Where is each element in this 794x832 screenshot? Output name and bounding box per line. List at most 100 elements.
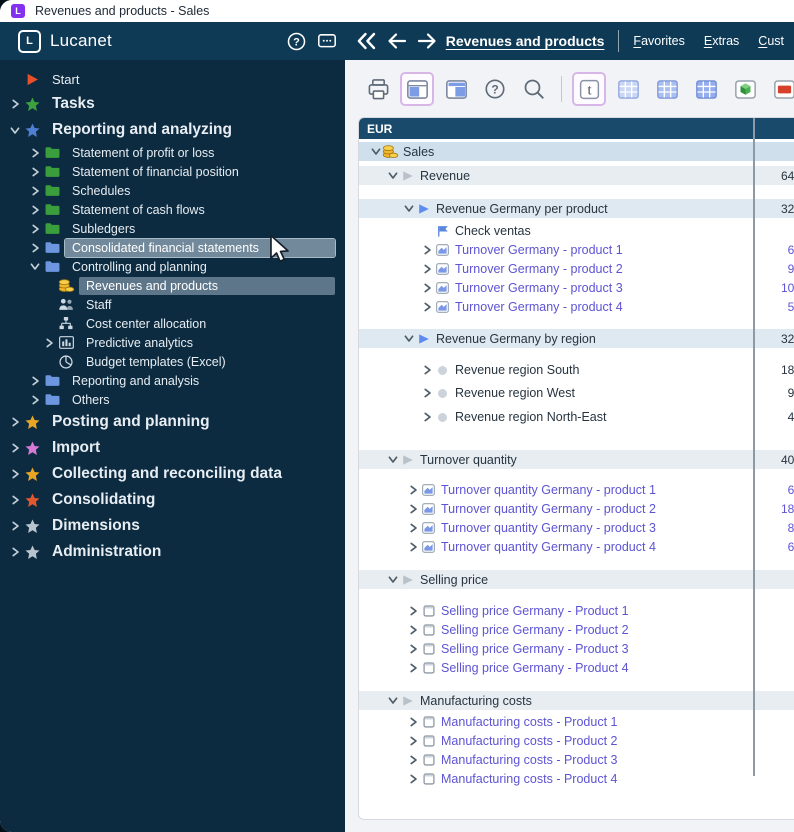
- chevron-down-icon[interactable]: [402, 334, 415, 343]
- sidebar-item-start[interactable]: Start: [0, 68, 345, 91]
- chevron-right-icon[interactable]: [407, 523, 420, 533]
- chevron-down-icon[interactable]: [386, 575, 399, 584]
- sidebar-item-consolidating[interactable]: Consolidating: [0, 487, 345, 513]
- sidebar-item-import[interactable]: Import: [0, 435, 345, 461]
- chevron-right-icon[interactable]: [8, 521, 22, 531]
- chevron-down-icon[interactable]: [369, 147, 382, 156]
- chevron-right-icon[interactable]: [8, 469, 22, 479]
- sidebar-item-statement-of-profit-or-loss[interactable]: Statement of profit or loss: [0, 143, 345, 162]
- chevron-right-icon[interactable]: [421, 365, 434, 375]
- search-icon[interactable]: [517, 72, 551, 106]
- chevron-right-icon[interactable]: [421, 283, 434, 293]
- help-icon[interactable]: ?: [284, 28, 310, 54]
- chevron-right-icon[interactable]: [8, 417, 22, 427]
- chevron-down-icon[interactable]: [386, 171, 399, 180]
- sidebar-item-reporting-and-analysis[interactable]: Reporting and analysis: [0, 371, 345, 390]
- table-row-turnover-quantity-germany-product-4[interactable]: Turnover quantity Germany - product 46.9…: [359, 538, 794, 556]
- table-row-turnover-germany-product-2[interactable]: Turnover Germany - product 29.63: [359, 260, 794, 278]
- chevron-right-icon[interactable]: [407, 542, 420, 552]
- sidebar-item-consolidated-financial-statements[interactable]: Consolidated financial statements: [0, 238, 345, 257]
- table-row-selling-price[interactable]: Selling price: [359, 570, 794, 589]
- sidebar-item-budget-templates-excel[interactable]: Budget templates (Excel): [0, 352, 345, 371]
- chevron-down-icon[interactable]: [28, 262, 42, 271]
- table-row-revenue-germany-per-product[interactable]: Revenue Germany per product32.40: [359, 199, 794, 218]
- chevron-right-icon[interactable]: [8, 99, 22, 109]
- chevron-right-icon[interactable]: [28, 395, 42, 405]
- sidebar-item-others[interactable]: Others: [0, 390, 345, 409]
- grid-light-icon[interactable]: [611, 72, 645, 106]
- table-row-turnover-germany-product-1[interactable]: Turnover Germany - product 16.16: [359, 241, 794, 259]
- table-row-turnover-quantity-germany-product-3[interactable]: Turnover quantity Germany - product 38.3…: [359, 519, 794, 537]
- chevron-right-icon[interactable]: [407, 663, 420, 673]
- table-row-check-ventas[interactable]: Check ventas: [359, 222, 794, 240]
- sidebar-item-tasks[interactable]: Tasks: [0, 91, 345, 117]
- chevron-right-icon[interactable]: [421, 302, 434, 312]
- layout-left-panel-icon[interactable]: [400, 72, 434, 106]
- table-row-revenue[interactable]: Revenue64.80: [359, 166, 794, 185]
- chevron-down-icon[interactable]: [402, 204, 415, 213]
- sidebar-item-schedules[interactable]: Schedules: [0, 181, 345, 200]
- table-row-turnover-germany-product-4[interactable]: Turnover Germany - product 45.86: [359, 298, 794, 316]
- table-row-selling-price-germany-product-1[interactable]: Selling price Germany - Product 1: [359, 602, 794, 620]
- chevron-right-icon[interactable]: [407, 504, 420, 514]
- sidebar-item-cost-center-allocation[interactable]: Cost center allocation: [0, 314, 345, 333]
- table-row-selling-price-germany-product-2[interactable]: Selling price Germany - Product 2: [359, 621, 794, 639]
- cube-icon[interactable]: [728, 72, 762, 106]
- help-circle-icon[interactable]: ?: [478, 72, 512, 106]
- chevron-right-icon[interactable]: [28, 224, 42, 234]
- chevron-right-icon[interactable]: [407, 755, 420, 765]
- menu-item-favorites[interactable]: Favorites: [633, 34, 684, 48]
- sidebar-item-controlling-and-planning[interactable]: Controlling and planning: [0, 257, 345, 276]
- breadcrumb[interactable]: Revenues and products: [446, 33, 605, 49]
- table-row-sales[interactable]: Sales: [359, 142, 794, 161]
- table-row-turnover-quantity-germany-product-2[interactable]: Turnover quantity Germany - product 218.…: [359, 500, 794, 518]
- chevron-right-icon[interactable]: [407, 736, 420, 746]
- sidebar-item-collecting-and-reconciling-data[interactable]: Collecting and reconciling data: [0, 461, 345, 487]
- chevron-right-icon[interactable]: [8, 443, 22, 453]
- chevron-right-icon[interactable]: [28, 243, 42, 253]
- table-row-turnover-quantity[interactable]: Turnover quantity40.56: [359, 450, 794, 469]
- table-row-selling-price-germany-product-3[interactable]: Selling price Germany - Product 3: [359, 640, 794, 658]
- table-row-manufacturing-costs-product-2[interactable]: Manufacturing costs - Product 2: [359, 732, 794, 750]
- table-row-turnover-quantity-germany-product-1[interactable]: Turnover quantity Germany - product 16.2…: [359, 481, 794, 499]
- table-row-manufacturing-costs-product-4[interactable]: Manufacturing costs - Product 4: [359, 770, 794, 788]
- menu-item-cust[interactable]: Cust: [758, 34, 784, 48]
- chevron-right-icon[interactable]: [421, 412, 434, 422]
- chevron-down-icon[interactable]: [386, 696, 399, 705]
- forward-arrow-icon[interactable]: [414, 28, 440, 54]
- table-row-revenue-region-north-east[interactable]: Revenue region North-East4.53: [359, 408, 794, 426]
- layout-right-panel-icon[interactable]: [439, 72, 473, 106]
- period-column-header[interactable]: 2: [770, 122, 794, 136]
- column-divider[interactable]: [753, 118, 755, 776]
- chevron-right-icon[interactable]: [421, 388, 434, 398]
- menu-item-extras[interactable]: Extras: [704, 34, 739, 48]
- sidebar-item-posting-and-planning[interactable]: Posting and planning: [0, 409, 345, 435]
- table-row-turnover-germany-product-3[interactable]: Turnover Germany - product 310.72: [359, 279, 794, 297]
- sidebar-item-administration[interactable]: Administration: [0, 539, 345, 565]
- sidebar-item-dimensions[interactable]: Dimensions: [0, 513, 345, 539]
- chevron-right-icon[interactable]: [8, 495, 22, 505]
- grid-medium-icon[interactable]: [650, 72, 684, 106]
- collapse-double-chevron-icon[interactable]: [354, 28, 380, 54]
- chevron-right-icon[interactable]: [407, 606, 420, 616]
- back-arrow-icon[interactable]: [384, 28, 410, 54]
- table-row-revenue-germany-by-region[interactable]: Revenue Germany by region32.40: [359, 329, 794, 348]
- chevron-right-icon[interactable]: [421, 264, 434, 274]
- table-row-manufacturing-costs[interactable]: Manufacturing costs: [359, 691, 794, 710]
- chevron-right-icon[interactable]: [42, 338, 56, 348]
- chat-icon[interactable]: [314, 28, 340, 54]
- table-row-revenue-region-west[interactable]: Revenue region West9.39: [359, 384, 794, 402]
- table-row-manufacturing-costs-product-3[interactable]: Manufacturing costs - Product 3: [359, 751, 794, 769]
- table-row-selling-price-germany-product-4[interactable]: Selling price Germany - Product 4: [359, 659, 794, 677]
- chevron-right-icon[interactable]: [28, 205, 42, 215]
- sidebar-item-reporting-and-analyzing[interactable]: Reporting and analyzing: [0, 117, 345, 143]
- chevron-right-icon[interactable]: [407, 625, 420, 635]
- sidebar-item-subledgers[interactable]: Subledgers: [0, 219, 345, 238]
- sidebar-item-revenues-and-products[interactable]: Revenues and products: [0, 276, 345, 295]
- chevron-right-icon[interactable]: [28, 186, 42, 196]
- printer-icon[interactable]: [361, 72, 395, 106]
- chevron-right-icon[interactable]: [28, 148, 42, 158]
- chevron-right-icon[interactable]: [28, 167, 42, 177]
- sidebar-item-staff[interactable]: Staff: [0, 295, 345, 314]
- chevron-down-icon[interactable]: [386, 455, 399, 464]
